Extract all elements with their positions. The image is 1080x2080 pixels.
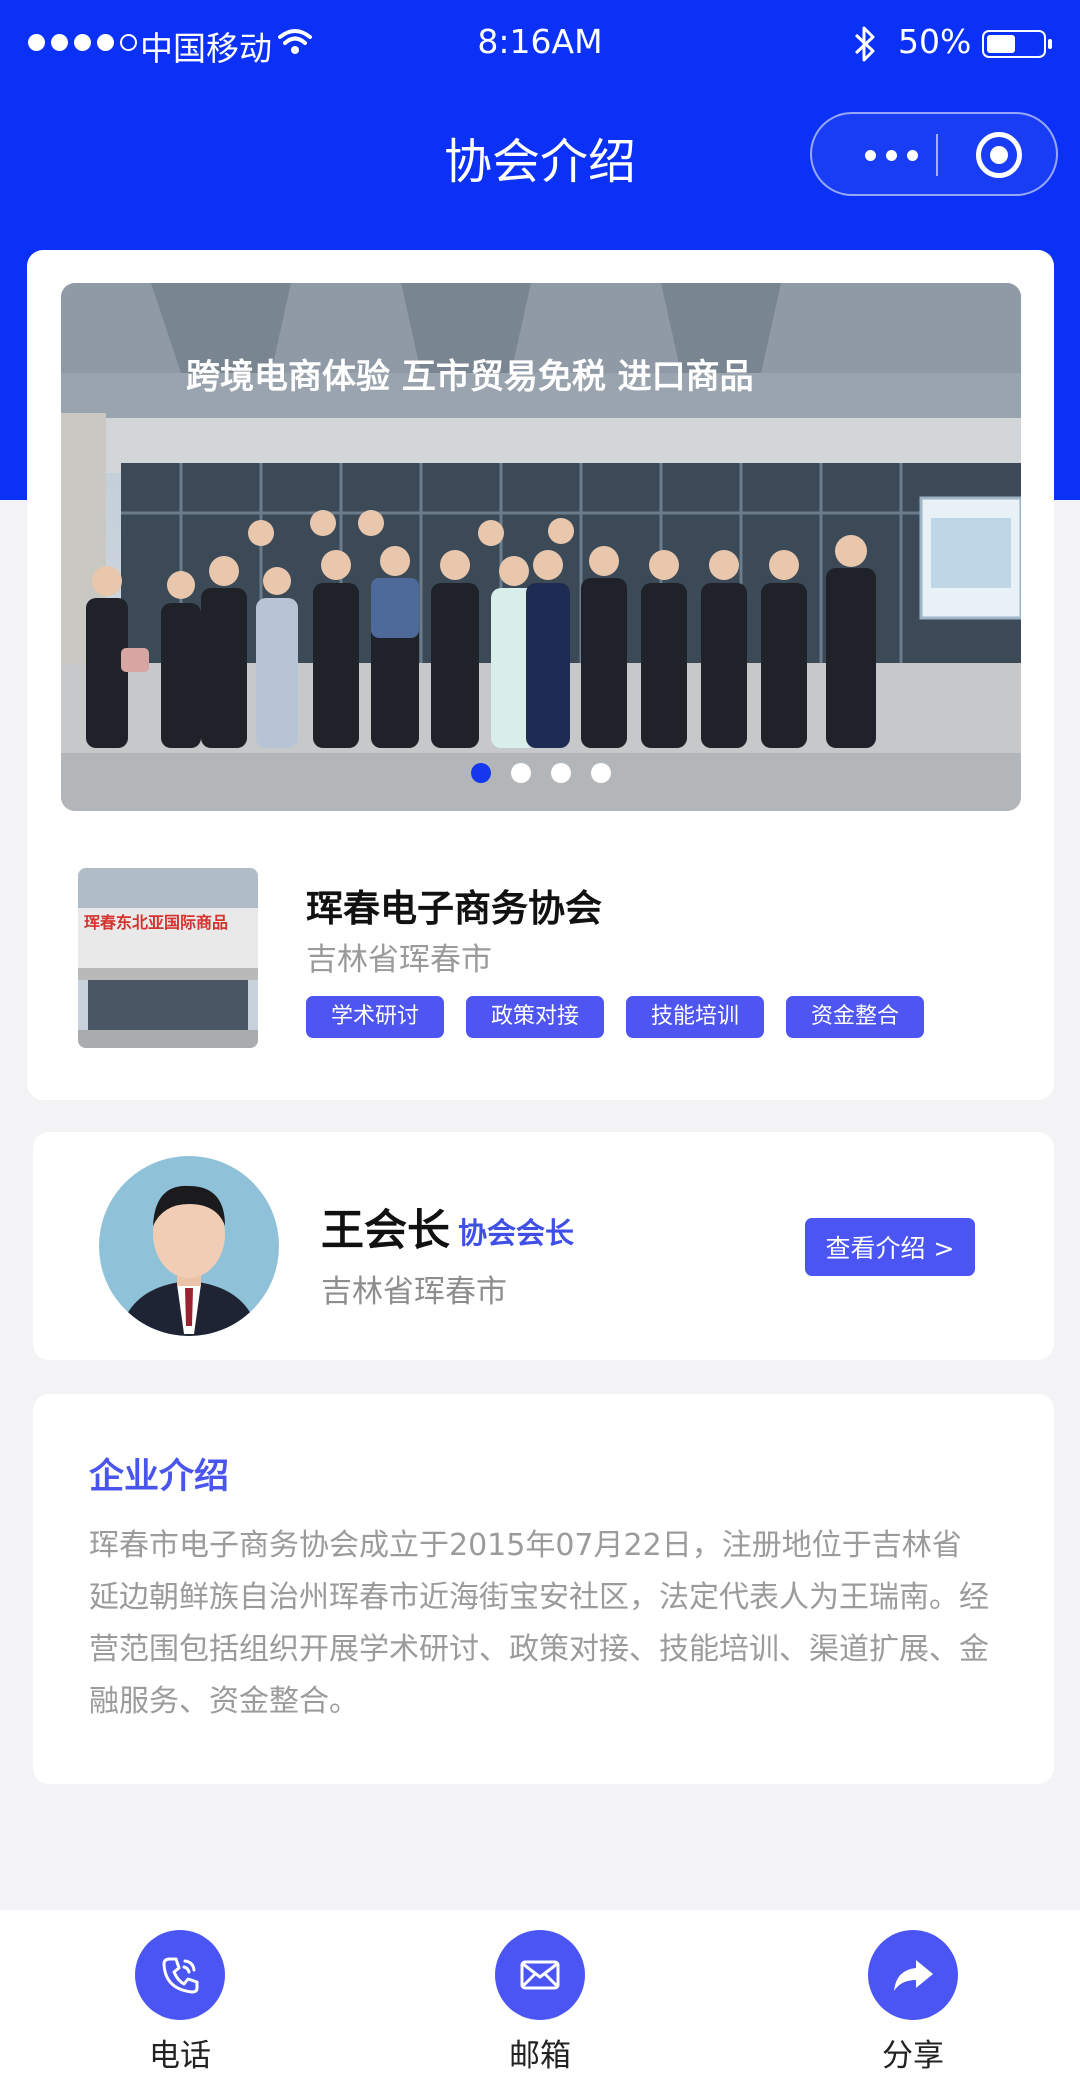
- share-label: 分享: [882, 2038, 944, 2074]
- target-icon[interactable]: [976, 132, 1022, 178]
- mail-label: 邮箱: [509, 2038, 571, 2074]
- phone-button[interactable]: 电话: [110, 1930, 250, 2075]
- more-icon[interactable]: [846, 140, 936, 170]
- president-card: 王会长 协会会长 吉林省珲春市 查看介绍 >: [33, 1132, 1054, 1360]
- tag-academic[interactable]: 学术研讨: [306, 996, 445, 1038]
- org-card: 跨境电商体验 互市贸易免税 进口商品 珲春东北亚国际商品 珲春电子商务协会 吉林…: [27, 250, 1054, 1100]
- avatar: [99, 1156, 279, 1336]
- tag-training[interactable]: 技能培训: [626, 996, 765, 1038]
- battery-percent: 50%: [898, 22, 972, 61]
- view-intro-button[interactable]: 查看介绍 >: [805, 1218, 975, 1276]
- president-title: 协会会长: [458, 1216, 575, 1250]
- mini-program-capsule: [810, 112, 1058, 196]
- org-location: 吉林省珲春市: [306, 942, 492, 978]
- carousel-dot[interactable]: [551, 763, 571, 783]
- phone-label: 电话: [149, 2038, 211, 2074]
- carousel-indicators: [61, 763, 1021, 783]
- org-tags: 学术研讨 政策对接 技能培训 资金整合: [306, 996, 925, 1038]
- president-location: 吉林省珲春市: [321, 1274, 507, 1310]
- intro-text: 珲春市电子商务协会成立于2015年07月22日，注册地位于吉林省延边朝鲜族自治州…: [89, 1528, 989, 1719]
- president-name: 王会长: [321, 1206, 450, 1256]
- org-name: 珲春电子商务协会: [306, 887, 602, 930]
- tag-funding[interactable]: 资金整合: [786, 996, 925, 1038]
- phone-icon: [135, 1930, 225, 2020]
- share-button[interactable]: 分享: [843, 1930, 983, 2075]
- banner-carousel[interactable]: 跨境电商体验 互市贸易免税 进口商品: [61, 283, 1021, 811]
- org-thumbnail: 珲春东北亚国际商品: [78, 868, 258, 1048]
- share-icon: [868, 1930, 958, 2020]
- mail-button[interactable]: 邮箱: [470, 1930, 610, 2075]
- intro-card: 企业介绍 珲春市电子商务协会成立于2015年07月22日，注册地位于吉林省延边朝…: [33, 1394, 1054, 1784]
- bottom-action-bar: 电话 邮箱 分享: [0, 1910, 1080, 2080]
- tag-policy[interactable]: 政策对接: [466, 996, 605, 1038]
- carousel-dot[interactable]: [511, 763, 531, 783]
- carousel-dot[interactable]: [591, 763, 611, 783]
- thumb-sign-text: 珲春东北亚国际商品: [84, 913, 228, 932]
- banner-sign-text: 跨境电商体验 互市贸易免税 进口商品: [186, 357, 754, 397]
- bluetooth-icon: [854, 26, 875, 62]
- battery-icon: [982, 30, 1052, 58]
- status-bar: 中国移动 8:16AM 50%: [0, 0, 1080, 88]
- intro-title: 企业介绍: [89, 1457, 230, 1497]
- capsule-divider: [936, 134, 938, 176]
- mail-icon: [495, 1930, 585, 2020]
- carousel-dot-active[interactable]: [471, 763, 491, 783]
- banner-photo: 跨境电商体验 互市贸易免税 进口商品: [61, 283, 1021, 811]
